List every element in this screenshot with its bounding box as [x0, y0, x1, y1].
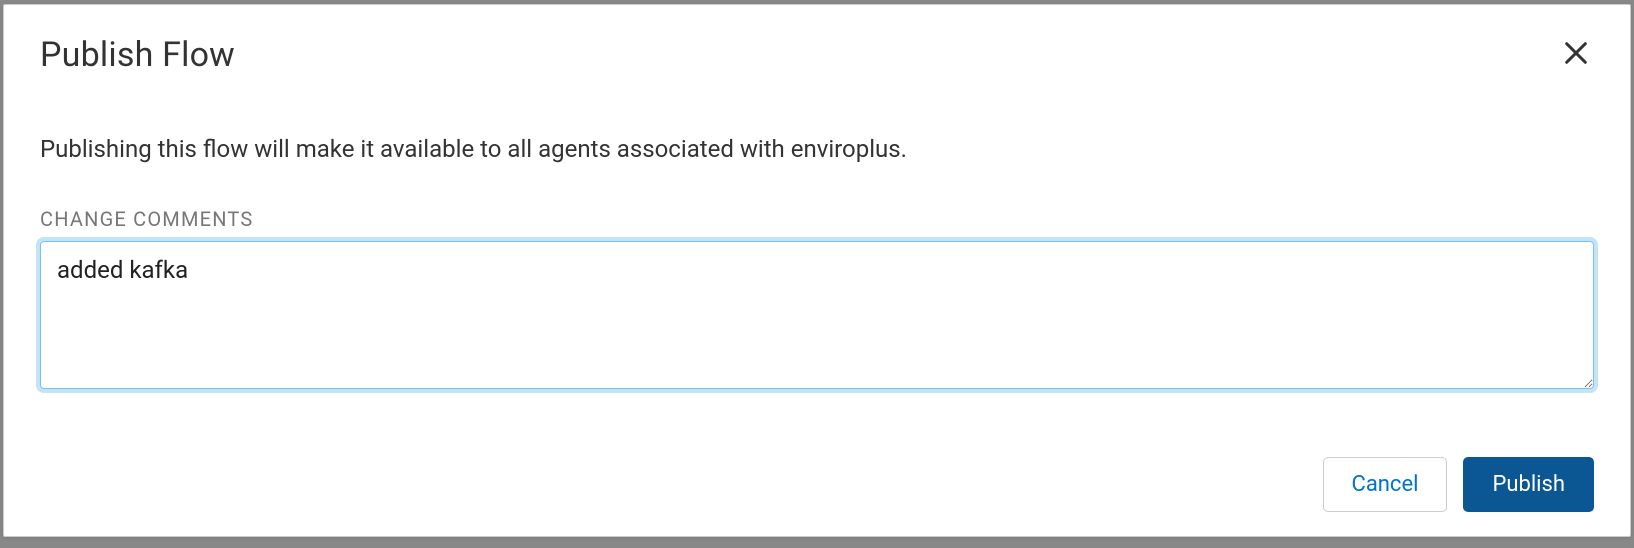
dialog-title: Publish Flow: [40, 35, 235, 75]
comments-field-wrapper: [40, 241, 1594, 393]
dialog-header: Publish Flow: [40, 35, 1594, 75]
close-icon: [1562, 39, 1590, 70]
publish-flow-dialog: Publish Flow Publishing this flow will m…: [3, 4, 1631, 537]
dialog-footer: Cancel Publish: [1323, 457, 1595, 512]
publish-button[interactable]: Publish: [1463, 457, 1594, 512]
comments-field-label: CHANGE COMMENTS: [40, 207, 1594, 231]
change-comments-input[interactable]: [40, 241, 1594, 389]
dialog-description: Publishing this flow will make it availa…: [40, 135, 1594, 163]
cancel-button[interactable]: Cancel: [1323, 457, 1448, 512]
close-button[interactable]: [1558, 35, 1594, 74]
